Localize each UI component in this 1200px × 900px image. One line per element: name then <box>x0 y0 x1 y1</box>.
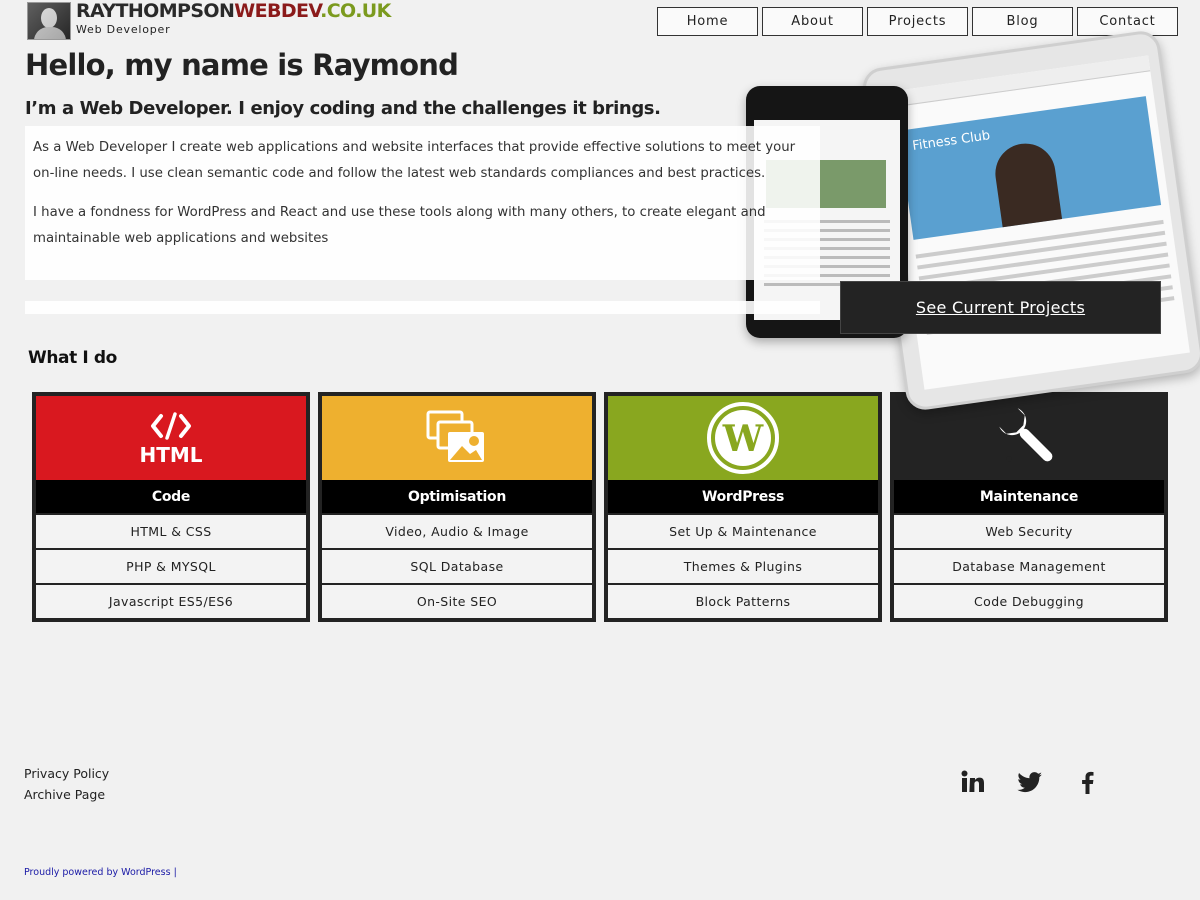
images-icon <box>426 410 484 462</box>
card-item: Themes & Plugins <box>608 550 878 583</box>
powered-by-wordpress-link[interactable]: Proudly powered by WordPress | <box>24 867 177 878</box>
hero-title: Hello, my name is Raymond <box>25 48 459 82</box>
svg-text:W: W <box>722 418 764 460</box>
card-item: On-Site SEO <box>322 585 592 618</box>
card-icon-area: W <box>608 396 878 480</box>
privacy-policy-link[interactable]: Privacy Policy <box>24 763 109 784</box>
site-title-part2: WEBDEV <box>234 0 321 22</box>
card-item: Set Up & Maintenance <box>608 515 878 548</box>
wrench-icon <box>999 408 1053 462</box>
hero-paragraph-2: I have a fondness for WordPress and Reac… <box>33 205 766 246</box>
card-heading-code: Code <box>36 480 306 513</box>
nav-blog[interactable]: Blog <box>972 7 1073 36</box>
archive-page-link[interactable]: Archive Page <box>24 784 109 805</box>
nav-about[interactable]: About <box>762 7 863 36</box>
see-projects-button[interactable]: See Current Projects <box>840 281 1161 334</box>
site-tagline: Web Developer <box>76 23 171 36</box>
card-icon-area <box>894 396 1164 480</box>
site-logo-photo[interactable] <box>27 2 71 40</box>
site-title-part3: .CO.UK <box>320 0 391 22</box>
service-card-maintenance: Maintenance Web Security Database Manage… <box>890 392 1168 622</box>
tablet-mockup: Fitness Club <box>860 28 1200 413</box>
card-item: Javascript ES5/ES6 <box>36 585 306 618</box>
card-item: HTML & CSS <box>36 515 306 548</box>
hero-subtitle: I’m a Web Developer. I enjoy coding and … <box>25 98 661 119</box>
site-title-part1: RAYTHOMPSON <box>76 0 235 22</box>
card-item: Web Security <box>894 515 1164 548</box>
card-item: Code Debugging <box>894 585 1164 618</box>
card-icon-area <box>322 396 592 480</box>
card-heading-wordpress: WordPress <box>608 480 878 513</box>
footer-links: Privacy Policy Archive Page <box>24 763 109 805</box>
hero-paragraph-1: As a Web Developer I create web applicat… <box>33 140 796 181</box>
logo-shade <box>28 3 70 39</box>
hero-strip <box>25 301 820 314</box>
site-header: RAYTHOMPSONWEBDEV.CO.UK Web Developer Ho… <box>0 0 1200 44</box>
html-code-icon: HTML <box>139 412 203 467</box>
card-item: Video, Audio & Image <box>322 515 592 548</box>
nav-contact[interactable]: Contact <box>1077 7 1178 36</box>
card-item: Block Patterns <box>608 585 878 618</box>
service-card-wordpress: W WordPress Set Up & Maintenance Themes … <box>604 392 882 622</box>
nav-projects[interactable]: Projects <box>867 7 968 36</box>
services-title: What I do <box>28 348 117 368</box>
social-links <box>958 768 1102 796</box>
linkedin-icon[interactable] <box>958 768 986 796</box>
hero-intro-box: As a Web Developer I create web applicat… <box>25 126 820 280</box>
card-item: SQL Database <box>322 550 592 583</box>
powered-by: Proudly powered by WordPress | <box>24 867 177 878</box>
card-icon-area: HTML <box>36 396 306 480</box>
card-item: Database Management <box>894 550 1164 583</box>
site-title[interactable]: RAYTHOMPSONWEBDEV.CO.UK <box>76 0 391 22</box>
main-nav: Home About Projects Blog Contact <box>657 7 1178 36</box>
card-item: PHP & MYSQL <box>36 550 306 583</box>
service-card-optimisation: Optimisation Video, Audio & Image SQL Da… <box>318 392 596 622</box>
html-icon-text: HTML <box>139 443 202 467</box>
nav-home[interactable]: Home <box>657 7 758 36</box>
facebook-icon[interactable] <box>1074 768 1102 796</box>
services-cards: HTML Code HTML & CSS PHP & MYSQL Javascr… <box>32 392 1168 622</box>
card-heading-optimisation: Optimisation <box>322 480 592 513</box>
service-card-code: HTML Code HTML & CSS PHP & MYSQL Javascr… <box>32 392 310 622</box>
twitter-icon[interactable] <box>1016 768 1044 796</box>
tablet-screen: Fitness Club <box>882 55 1190 390</box>
card-heading-maintenance: Maintenance <box>894 480 1164 513</box>
wordpress-icon: W <box>707 402 779 474</box>
